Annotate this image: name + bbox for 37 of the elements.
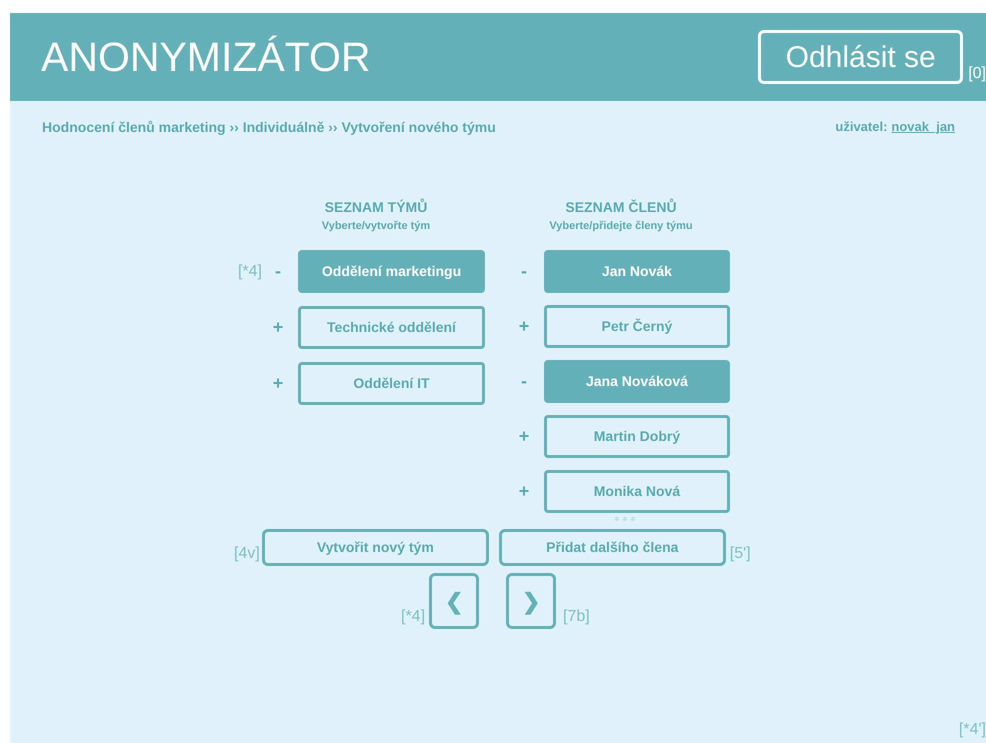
sign-label: + xyxy=(518,315,530,338)
sign-label: - xyxy=(520,370,528,393)
annotation-label: [5'] xyxy=(730,544,751,564)
logout-button[interactable]: Odhlásit se xyxy=(758,30,964,84)
sign-label: - xyxy=(520,260,528,283)
column-subheading: Vyberte/vytvořte tým xyxy=(320,221,432,232)
members-item[interactable]: Petr Černý xyxy=(544,305,730,348)
annotation-label: [*4] xyxy=(238,262,262,282)
column-subheading: Vyberte/přidejte členy týmu xyxy=(548,221,694,232)
members-item[interactable]: Jana Nováková xyxy=(544,360,730,403)
sign-label: + xyxy=(518,480,530,503)
app-title: ANONYMIZÁTOR xyxy=(41,36,371,78)
breadcrumb: Hodnocení členů marketing ›› Individuálně ›› Vytvoření nového týmu xyxy=(42,118,496,137)
members-item[interactable]: Monika Nová xyxy=(544,470,730,513)
sign-label: - xyxy=(274,260,282,283)
annotation-label: [*4'] xyxy=(958,720,986,740)
teams-item[interactable]: Oddělení marketingu xyxy=(298,250,485,293)
sign-label: + xyxy=(272,316,284,339)
username-link[interactable]: novak_jan xyxy=(891,117,955,138)
teams-item[interactable]: Technické oddělení xyxy=(298,306,485,349)
action-button[interactable]: Vytvořit nový tým xyxy=(262,529,489,566)
ellipsis-icon xyxy=(614,516,636,522)
members-item[interactable]: Martin Dobrý xyxy=(544,415,730,458)
action-button[interactable]: Přidat dalšího člena xyxy=(498,529,726,566)
column-heading: SEZNAM TÝMŮ xyxy=(324,200,428,214)
annotation-label: [*4] xyxy=(401,607,426,627)
annotation-label: [7b] xyxy=(563,607,590,627)
annotation-label: [0] xyxy=(968,64,986,84)
column-heading: SEZNAM ČLENŮ xyxy=(564,200,678,214)
sign-label: + xyxy=(272,372,284,395)
next-button[interactable]: ❯ xyxy=(506,573,556,629)
sign-label: + xyxy=(518,425,530,448)
teams-item[interactable]: Oddělení IT xyxy=(298,362,485,405)
previous-button[interactable]: ❮ xyxy=(429,573,480,629)
annotation-label: [4v] xyxy=(234,544,260,564)
user-label: uživatel: xyxy=(835,118,888,136)
members-item[interactable]: Jan Novák xyxy=(544,250,730,293)
